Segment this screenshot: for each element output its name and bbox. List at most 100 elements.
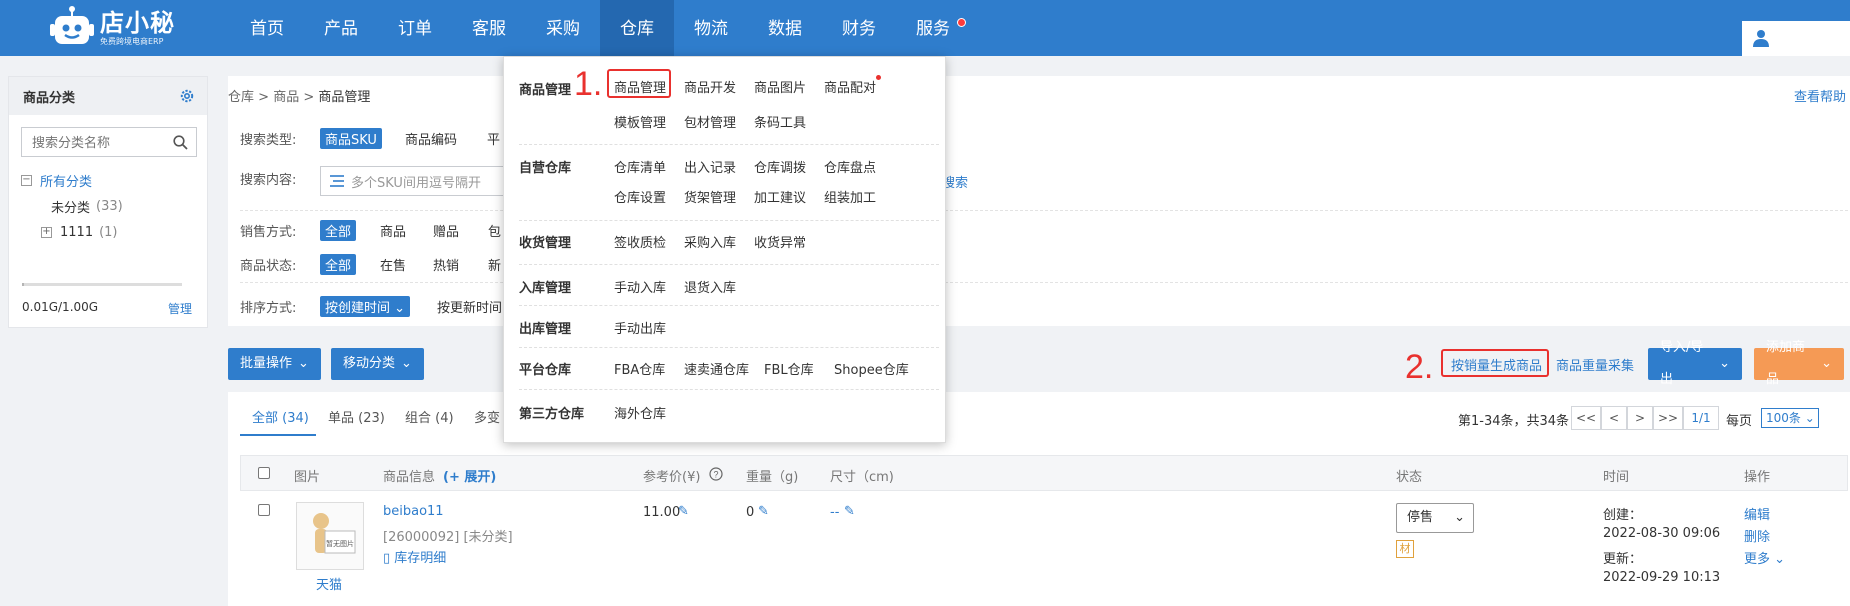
menu-item-aliexpress-warehouse[interactable]: 速卖通仓库 — [684, 359, 749, 378]
menu-item-receiving-exception[interactable]: 收货异常 — [754, 232, 806, 251]
menu-item-templates[interactable]: 模板管理 — [614, 112, 666, 131]
menu-item-processing-suggestion[interactable]: 加工建议 — [754, 187, 806, 206]
search-content-input[interactable]: 多个SKU间用逗号隔开 — [320, 166, 530, 196]
nav-warehouse[interactable]: 仓库 — [600, 0, 674, 56]
menu-item-product-management[interactable]: 商品管理 — [614, 77, 666, 96]
menu-item-return-inbound[interactable]: 退货入库 — [684, 277, 736, 296]
stock-detail-link[interactable]: ▯ 库存明细 — [383, 547, 446, 566]
weight-collect-link[interactable]: 商品重量采集 — [1556, 355, 1634, 374]
menu-item-product-images[interactable]: 商品图片 — [754, 77, 806, 96]
search-type-code[interactable]: 商品编码 — [405, 129, 457, 148]
category-search-input[interactable] — [32, 134, 172, 150]
row-checkbox[interactable] — [258, 504, 270, 516]
select-all-checkbox[interactable] — [258, 467, 270, 479]
last-page-button[interactable]: >> — [1653, 406, 1683, 430]
menu-item-product-dev[interactable]: 商品开发 — [684, 77, 736, 96]
logo[interactable]: 店小秘 免费跨境电商ERP — [50, 4, 175, 52]
nav-home[interactable]: 首页 — [230, 0, 304, 56]
move-category-button[interactable]: 移动分类 ⌄ — [331, 348, 424, 380]
sort-by-updated[interactable]: 按更新时间 — [437, 297, 502, 316]
menu-item-packaging[interactable]: 包材管理 — [684, 112, 736, 131]
category-tree: − 所有分类 未分类 (33) + 1111 (1) — [21, 167, 207, 245]
nav-service[interactable]: 客服 — [452, 0, 526, 56]
expand-icon[interactable]: + — [41, 226, 52, 238]
menu-item-manual-outbound[interactable]: 手动出库 — [614, 318, 666, 337]
menu-item-warehouse-settings[interactable]: 仓库设置 — [614, 187, 666, 206]
help-link[interactable]: 查看帮助 — [1794, 86, 1846, 105]
per-page-select[interactable]: 100条 ⌄ — [1761, 408, 1819, 428]
edit-size-icon[interactable]: ✎ — [844, 504, 855, 519]
nav-logistics[interactable]: 物流 — [674, 0, 748, 56]
first-page-button[interactable]: << — [1571, 406, 1601, 430]
menu-item-sign-inspect[interactable]: 签收质检 — [614, 232, 666, 251]
menu-item-shopee-warehouse[interactable]: Shopee仓库 — [834, 359, 909, 378]
breadcrumb-item[interactable]: 商品 — [273, 90, 299, 105]
nav-orders[interactable]: 订单 — [378, 0, 452, 56]
nav-products[interactable]: 产品 — [304, 0, 378, 56]
menu-item-product-pairing[interactable]: 商品配对 — [824, 77, 876, 96]
sale-type-pack[interactable]: 包 — [488, 221, 501, 240]
status-new[interactable]: 新 — [488, 255, 501, 274]
menu-item-warehouse-list[interactable]: 仓库清单 — [614, 157, 666, 176]
tree-root-label[interactable]: 所有分类 — [40, 171, 92, 190]
category-search[interactable] — [21, 127, 197, 157]
batch-operation-button[interactable]: 批量操作 ⌄ — [228, 348, 321, 380]
menu-item-assembly[interactable]: 组装加工 — [824, 187, 876, 206]
menu-item-transfer[interactable]: 仓库调拨 — [754, 157, 806, 176]
menu-item-shelf-management[interactable]: 货架管理 — [684, 187, 736, 206]
help-circle-icon[interactable]: ? — [709, 467, 723, 481]
sale-type-all[interactable]: 全部 — [320, 220, 357, 241]
edit-button[interactable]: 编辑 — [1744, 504, 1770, 523]
import-export-button[interactable]: 导入/导出 ⌄ — [1648, 340, 1742, 387]
prev-page-button[interactable]: < — [1601, 406, 1627, 430]
product-thumbnail[interactable]: 暂无图片 — [296, 502, 364, 570]
menu-item-manual-inbound[interactable]: 手动入库 — [614, 277, 666, 296]
breadcrumb-item[interactable]: 仓库 — [228, 90, 254, 105]
tree-item[interactable]: 未分类 (33) — [21, 193, 207, 219]
next-page-button[interactable]: > — [1627, 406, 1653, 430]
platform-label[interactable]: 天猫 — [316, 574, 342, 593]
storage-manage-link[interactable]: 管理 — [168, 300, 192, 317]
tab-all[interactable]: 全部 (34) — [252, 407, 309, 426]
delete-button[interactable]: 删除 — [1744, 526, 1770, 545]
menu-item-fba-warehouse[interactable]: FBA仓库 — [614, 359, 665, 378]
status-on-sale[interactable]: 在售 — [380, 255, 406, 274]
more-button[interactable]: 更多 ⌄ — [1744, 548, 1785, 567]
sale-type-gift[interactable]: 赠品 — [433, 221, 459, 240]
expand-toggle[interactable]: (+ 展开) — [443, 466, 496, 485]
sale-type-product[interactable]: 商品 — [380, 221, 406, 240]
user-menu[interactable] — [1742, 21, 1850, 56]
tab-variant[interactable]: 多变 — [474, 407, 500, 426]
search-type-platform[interactable]: 平 — [487, 129, 500, 148]
tree-item[interactable]: + 1111 (1) — [21, 219, 207, 245]
menu-item-stocktake[interactable]: 仓库盘点 — [824, 157, 876, 176]
user-icon — [1753, 30, 1769, 47]
nav-purchase[interactable]: 采购 — [526, 0, 600, 56]
status-hot[interactable]: 热销 — [433, 255, 459, 274]
menu-item-in-out-records[interactable]: 出入记录 — [684, 157, 736, 176]
edit-weight-icon[interactable]: ✎ — [758, 504, 769, 519]
nav-finance[interactable]: 财务 — [822, 0, 896, 56]
tree-root[interactable]: − 所有分类 — [21, 167, 207, 193]
menu-item-barcode-tool[interactable]: 条码工具 — [754, 112, 806, 131]
menu-item-fbl-warehouse[interactable]: FBL仓库 — [764, 359, 814, 378]
sort-by-created[interactable]: 按创建时间 ⌄ — [320, 296, 411, 317]
add-product-button[interactable]: 添加商品 ⌄ — [1754, 340, 1844, 387]
generate-by-sales-link[interactable]: 按销量生成商品 — [1451, 355, 1542, 374]
menu-item-overseas-warehouse[interactable]: 海外仓库 — [614, 403, 666, 422]
tab-combo[interactable]: 组合 (4) — [405, 407, 454, 426]
search-type-sku[interactable]: 商品SKU — [320, 128, 382, 149]
tab-single[interactable]: 单品 (23) — [328, 407, 385, 426]
status-all[interactable]: 全部 — [320, 254, 357, 275]
collapse-icon[interactable]: − — [21, 174, 32, 186]
status-select[interactable]: 停售 ⌄ — [1396, 503, 1474, 533]
edit-price-icon[interactable]: ✎ — [678, 504, 689, 519]
logo-tagline: 免费跨境电商ERP — [100, 37, 164, 46]
search-icon[interactable] — [173, 134, 188, 150]
page-indicator[interactable]: 1/1 — [1683, 406, 1719, 430]
menu-item-purchase-inbound[interactable]: 采购入库 — [684, 232, 736, 251]
gear-icon[interactable] — [179, 88, 195, 104]
nav-services[interactable]: 服务 — [896, 0, 970, 56]
nav-data[interactable]: 数据 — [748, 0, 822, 56]
product-sku-link[interactable]: beibao11 — [383, 504, 444, 519]
